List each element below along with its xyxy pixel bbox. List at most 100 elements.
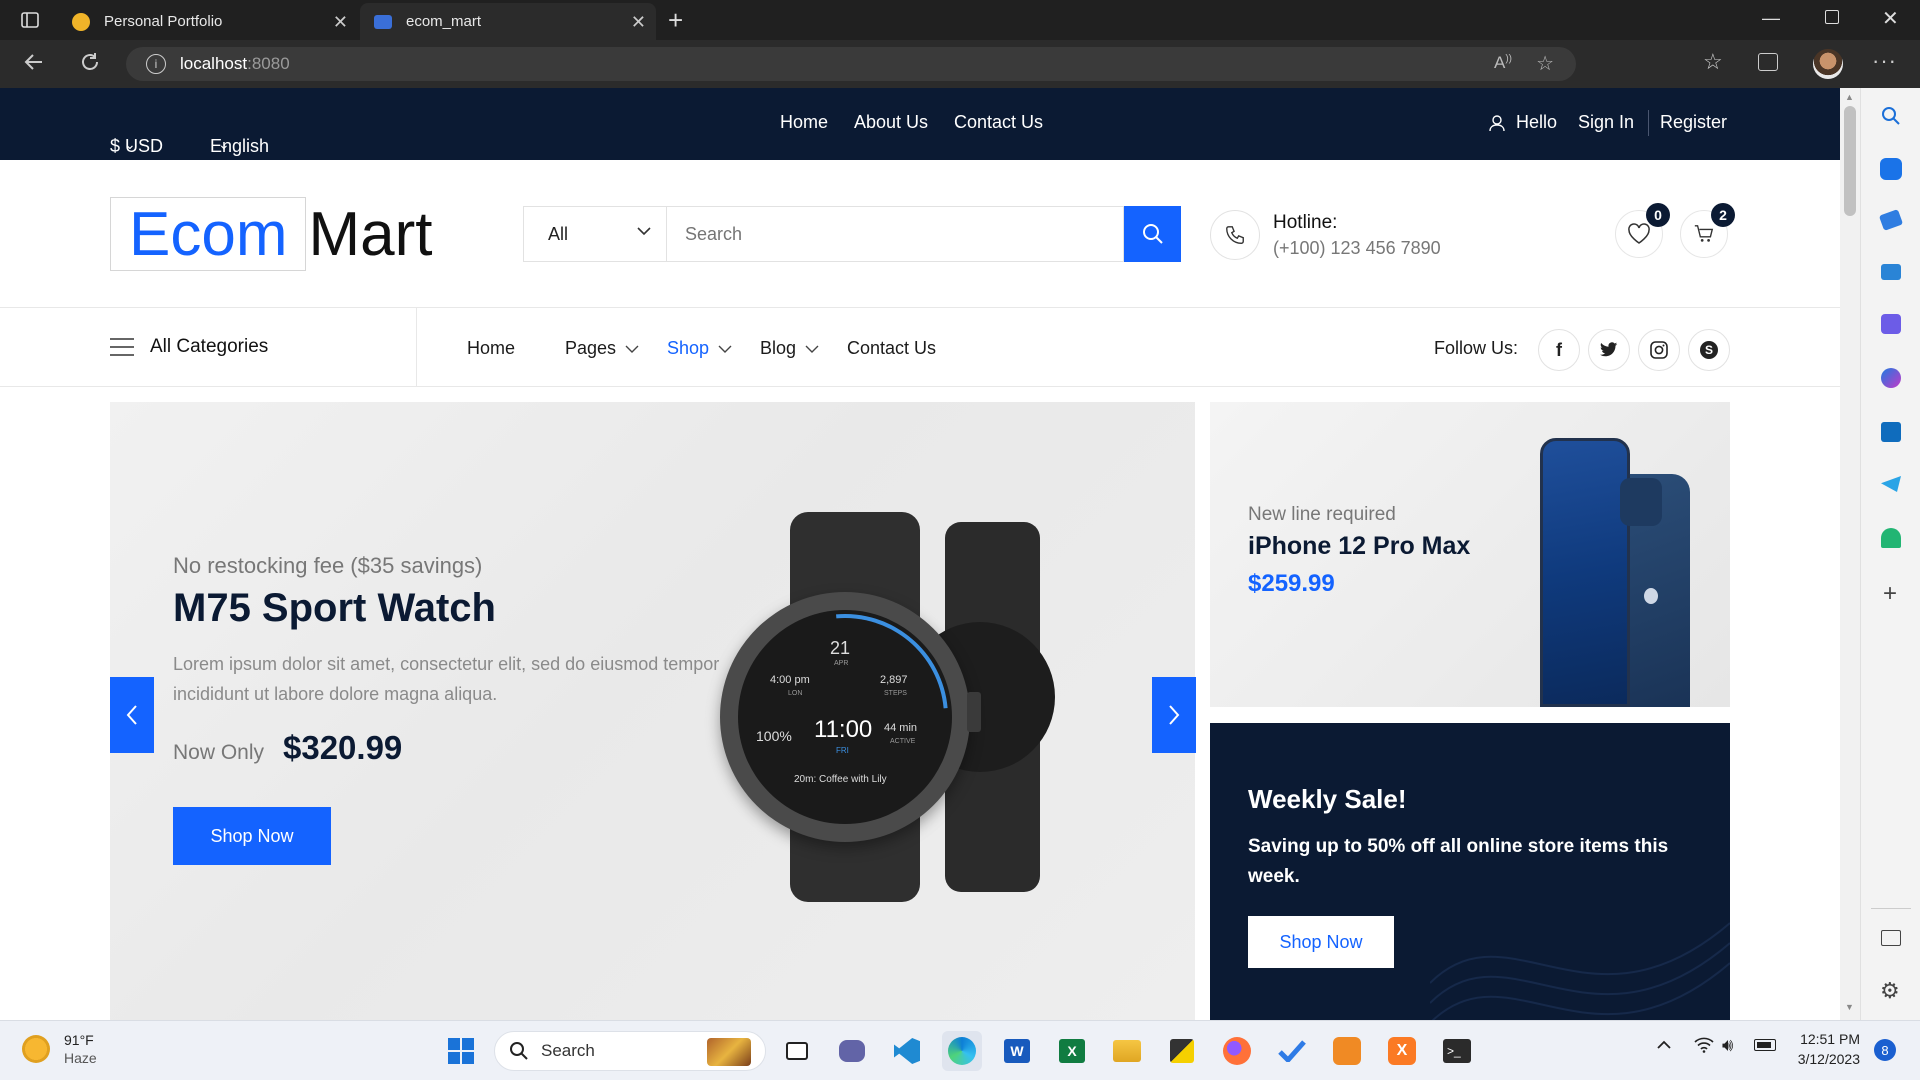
site-logo[interactable]: Ecom Mart xyxy=(110,197,432,271)
tab-ecom-mart[interactable]: ecom_mart ✕ xyxy=(360,3,656,40)
show-hidden-icons[interactable] xyxy=(1656,1037,1672,1053)
todo-icon[interactable] xyxy=(1272,1031,1312,1071)
hotline-label: Hotline: xyxy=(1273,212,1338,233)
top-nav-contact[interactable]: Contact Us xyxy=(954,112,1043,133)
hero-shop-now-button[interactable]: Shop Now xyxy=(173,807,331,865)
edge-icon[interactable] xyxy=(942,1031,982,1071)
chevron-left-icon xyxy=(126,705,137,725)
copilot-icon[interactable] xyxy=(1881,368,1901,388)
collections-icon[interactable] xyxy=(1758,53,1778,71)
nav-blog[interactable]: Blog xyxy=(760,338,820,359)
sale-description-line2: week. xyxy=(1248,866,1300,887)
tree-icon[interactable] xyxy=(1881,528,1901,548)
chevron-down-icon xyxy=(718,345,732,354)
sale-title: Weekly Sale! xyxy=(1248,784,1407,814)
all-categories-button[interactable]: All Categories xyxy=(110,336,268,358)
scroll-down-icon[interactable]: ▼ xyxy=(1845,1002,1854,1012)
bing-icon[interactable] xyxy=(1880,158,1902,180)
sidebar-settings-icon[interactable]: ⚙ xyxy=(1880,978,1900,1004)
taskbar-search[interactable]: Search xyxy=(494,1031,766,1071)
outlook-icon[interactable] xyxy=(1881,422,1901,442)
search-button[interactable] xyxy=(1124,206,1181,262)
sticky-notes-icon[interactable] xyxy=(1162,1031,1202,1071)
hide-sidebar-icon[interactable] xyxy=(1881,930,1901,946)
close-tab-icon[interactable]: ✕ xyxy=(333,12,348,33)
terminal-icon[interactable]: >_ xyxy=(1437,1031,1477,1071)
new-tab-button[interactable]: + xyxy=(668,6,692,34)
games-icon[interactable] xyxy=(1881,314,1901,334)
clock[interactable]: 12:51 PM 3/12/2023 xyxy=(1796,1029,1860,1069)
vscode-icon[interactable] xyxy=(887,1031,927,1071)
back-icon[interactable] xyxy=(22,50,46,74)
clock-time: 12:51 PM xyxy=(1800,1031,1860,1047)
shopping-tag-icon[interactable] xyxy=(1878,209,1904,231)
cart-count-badge: 2 xyxy=(1711,203,1735,227)
profile-avatar[interactable] xyxy=(1813,49,1843,79)
promo-iphone-card[interactable]: New line required iPhone 12 Pro Max $259… xyxy=(1210,402,1730,707)
promo-price: $259.99 xyxy=(1248,570,1335,597)
xampp-icon[interactable]: X xyxy=(1382,1031,1422,1071)
top-nav-home[interactable]: Home xyxy=(780,112,828,133)
favorite-add-icon[interactable]: ☆ xyxy=(1536,51,1554,76)
hero-title: M75 Sport Watch xyxy=(173,586,496,630)
tab-personal-portfolio[interactable]: Personal Portfolio ✕ xyxy=(58,3,358,40)
url-host: localhost xyxy=(180,54,248,73)
cart-button[interactable]: 2 xyxy=(1680,203,1735,258)
facebook-icon[interactable]: f xyxy=(1538,329,1580,371)
top-nav-about[interactable]: About Us xyxy=(854,112,928,133)
nav-pages[interactable]: Pages xyxy=(565,338,640,359)
site-info-icon[interactable]: i xyxy=(146,54,166,74)
tab-actions-icon[interactable] xyxy=(20,10,40,30)
scroll-up-icon[interactable]: ▲ xyxy=(1845,92,1854,102)
file-explorer-icon[interactable] xyxy=(1107,1031,1147,1071)
hero-slider: No restocking fee ($35 savings) M75 Spor… xyxy=(110,402,1196,1020)
nav-contact[interactable]: Contact Us xyxy=(847,338,936,359)
wishlist-button[interactable]: 0 xyxy=(1615,203,1670,258)
search-category-select[interactable]: All xyxy=(523,206,666,262)
sale-shop-now-button[interactable]: Shop Now xyxy=(1248,916,1394,968)
sign-in-link[interactable]: Sign In xyxy=(1578,112,1634,133)
telegram-icon[interactable] xyxy=(1881,476,1901,492)
skype-icon[interactable]: S xyxy=(1688,329,1730,371)
slider-next-button[interactable] xyxy=(1152,677,1196,753)
register-link[interactable]: Register xyxy=(1660,112,1727,133)
word-icon[interactable]: W xyxy=(997,1031,1037,1071)
tools-icon[interactable] xyxy=(1881,264,1901,280)
git-client-icon[interactable] xyxy=(1327,1031,1367,1071)
nav-shop[interactable]: Shop xyxy=(667,338,733,359)
portfolio-favicon-icon xyxy=(72,12,90,31)
sidebar-search-icon[interactable] xyxy=(1881,106,1901,126)
task-view-icon[interactable] xyxy=(777,1031,817,1071)
instagram-icon[interactable] xyxy=(1638,329,1680,371)
refresh-icon[interactable] xyxy=(78,50,102,74)
firefox-icon[interactable] xyxy=(1217,1031,1257,1071)
page-scrollbar[interactable]: ▲ ▼ xyxy=(1840,88,1860,1020)
volume-icon[interactable]: 🔊︎ xyxy=(1722,1035,1733,1056)
sale-description-line1: Saving up to 50% off all online store it… xyxy=(1248,836,1669,857)
favorites-icon[interactable]: ☆ xyxy=(1703,49,1723,75)
add-sidebar-app-icon[interactable]: + xyxy=(1883,580,1897,608)
hero-price: $320.99 xyxy=(283,729,403,766)
notification-badge[interactable]: 8 xyxy=(1874,1039,1896,1061)
search-input[interactable] xyxy=(666,206,1124,262)
nav-home[interactable]: Home xyxy=(467,338,515,359)
excel-icon[interactable]: X xyxy=(1052,1031,1092,1071)
battery-icon[interactable] xyxy=(1754,1039,1776,1051)
ecom-favicon-icon xyxy=(374,14,392,29)
webpage: $ USD ⌄ English ⌄ Home About Us Contact … xyxy=(0,88,1840,1020)
more-menu-icon[interactable]: ··· xyxy=(1872,48,1897,74)
search-highlight-icon xyxy=(707,1038,751,1066)
twitter-icon[interactable] xyxy=(1588,329,1630,371)
weather-widget[interactable]: 91°F Haze xyxy=(22,1031,97,1067)
close-tab-icon[interactable]: ✕ xyxy=(631,12,646,33)
address-bar[interactable]: i localhost:8080 A)) ☆ xyxy=(126,47,1576,81)
restore-button[interactable] xyxy=(1825,10,1839,24)
chat-icon[interactable] xyxy=(832,1031,872,1071)
slider-prev-button[interactable] xyxy=(110,677,154,753)
start-button[interactable] xyxy=(441,1031,481,1071)
scrollbar-thumb[interactable] xyxy=(1844,106,1856,216)
read-aloud-icon[interactable]: A)) xyxy=(1494,53,1512,73)
minimize-button[interactable]: — xyxy=(1762,8,1780,29)
wifi-icon[interactable] xyxy=(1694,1037,1714,1053)
close-window-button[interactable]: ✕ xyxy=(1882,6,1899,31)
